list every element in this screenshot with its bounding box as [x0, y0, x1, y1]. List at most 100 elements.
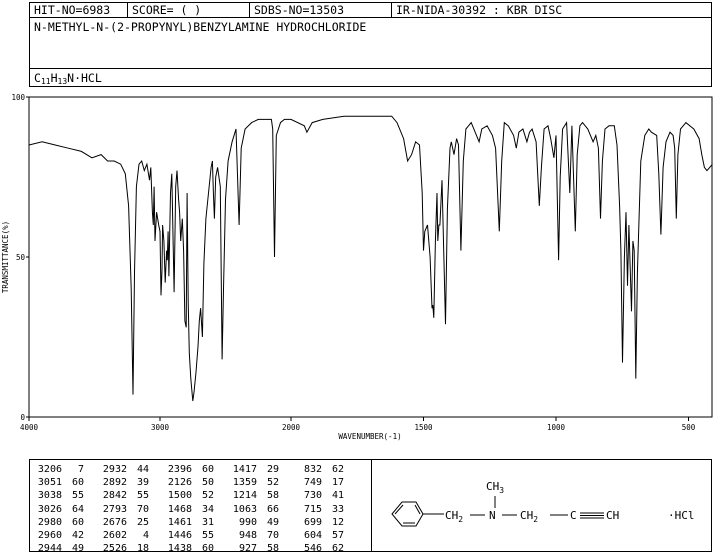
peak-transmittance: 58: [266, 490, 279, 502]
peak-transmittance: 29: [266, 464, 279, 475]
peak-row: 2396 60: [164, 463, 214, 476]
hit-number: HIT-NO=6983: [34, 3, 111, 17]
peak-wavenumber: 2602: [102, 530, 127, 542]
peak-transmittance: 60: [71, 477, 84, 489]
peak-transmittance: 49: [71, 543, 84, 555]
peak-row: 1417 29: [229, 463, 279, 476]
x-axis: 4000 3000 2000 1500 1000 500: [20, 417, 696, 432]
peak-row: 927 58: [229, 542, 279, 555]
peak-row: 2526 18: [99, 542, 149, 555]
peak-wavenumber: 1500: [167, 490, 192, 502]
peak-transmittance: 50: [201, 477, 214, 489]
peak-row: 546 62: [294, 542, 344, 555]
peak-row: 1214 58: [229, 489, 279, 502]
peak-wavenumber: 927: [238, 543, 257, 555]
ir-spectrum-chart: 100500 4000 3000 2000 1500 1000 500 WAVENUMBE…: [1, 93, 713, 441]
peak-transmittance: 25: [136, 516, 149, 528]
peak-transmittance: 62: [331, 464, 344, 475]
peak-wavenumber: 990: [238, 516, 257, 528]
structure-diagram: CH3 CH2 N CH2 C CH ·HCl: [391, 480, 695, 527]
peak-wavenumber: 2960: [37, 530, 62, 542]
spectrum-header: HIT-NO=6983 SCORE= ( ) SDBS-NO=13503 IR-…: [29, 2, 712, 18]
peak-row: 3038 55: [34, 489, 84, 502]
peak-transmittance: 55: [136, 490, 149, 502]
peak-transmittance: 52: [266, 477, 279, 489]
peak-wavenumber: 3051: [37, 477, 62, 489]
peak-wavenumber: 2126: [167, 477, 192, 489]
peak-table: 3206 7 3051 60 3038 55 3026 64 2980 60 2960 42 2944 4…: [29, 459, 372, 555]
peak-wavenumber: 2793: [102, 503, 127, 515]
x-tick-label: 1500: [414, 423, 433, 432]
y-tick-label: 50: [16, 253, 26, 262]
peak-transmittance: 70: [136, 503, 149, 515]
peak-wavenumber: 948: [238, 530, 257, 542]
peak-row: 699 12: [294, 516, 344, 529]
methylene-group-2: CH2: [520, 509, 538, 524]
peak-transmittance: 49: [266, 516, 279, 528]
peak-transmittance: 34: [201, 503, 214, 515]
peak-transmittance: 66: [266, 503, 279, 515]
peak-row: 990 49: [229, 516, 279, 529]
peak-wavenumber: 832: [303, 464, 322, 475]
formula-box: C11H13N·HCL: [29, 69, 712, 87]
peak-wavenumber: 699: [303, 516, 322, 528]
peak-row: 3026 64: [34, 503, 84, 516]
peak-transmittance: 60: [201, 543, 214, 555]
peak-wavenumber: 2526: [102, 543, 127, 555]
x-tick-label: 1000: [547, 423, 566, 432]
peak-row: 604 57: [294, 529, 344, 542]
peak-row: 948 70: [229, 529, 279, 542]
peak-transmittance: 55: [71, 490, 84, 502]
peak-column: 3206 7 3051 60 3038 55 3026 64 2980 60 2960 42 2944 4…: [34, 463, 84, 555]
peak-wavenumber: 3038: [37, 490, 62, 502]
formula-c: C: [34, 71, 41, 85]
peak-wavenumber: 2676: [102, 516, 127, 528]
peak-transmittance: 12: [331, 516, 344, 528]
x-tick-label: 2000: [282, 423, 301, 432]
peak-row: 1359 52: [229, 476, 279, 489]
peak-transmittance: 33: [331, 503, 344, 515]
peak-row: 3051 60: [34, 476, 84, 489]
peak-column: 2932 44 2892 39 2842 55 2793 70 2676 25 2602 4 2526 1…: [99, 463, 149, 555]
peak-wavenumber: 715: [303, 503, 322, 515]
peak-wavenumber: 1063: [232, 503, 257, 515]
peak-column: 2396 60 2126 50 1500 52 1468 34 1461 31 1446 55 1438…: [164, 463, 214, 555]
peak-transmittance: 4: [142, 530, 149, 542]
peak-wavenumber: 1446: [167, 530, 192, 542]
peak-wavenumber: 3206: [37, 464, 62, 475]
score: SCORE= ( ): [132, 3, 202, 17]
x-tick-label: 500: [682, 423, 696, 432]
peak-row: 1438 60: [164, 542, 214, 555]
peak-wavenumber: 1438: [167, 543, 192, 555]
peak-wavenumber: 2396: [167, 464, 192, 475]
peak-transmittance: 31: [201, 516, 214, 528]
peak-wavenumber: 546: [303, 543, 322, 555]
structure-box: CH3 CH2 N CH2 C CH ·HCl: [372, 459, 712, 552]
peak-row: 2676 25: [99, 516, 149, 529]
peak-row: 1063 66: [229, 503, 279, 516]
plot-frame: [28, 96, 713, 418]
formula-h-count: 13: [57, 77, 68, 86]
methylene-group-1: CH2: [445, 509, 463, 524]
peak-row: 2602 4: [99, 529, 149, 542]
y-axis-label: TRANSMITTANCE(%): [1, 221, 10, 293]
peak-transmittance: 57: [331, 530, 344, 542]
peak-transmittance: 70: [266, 530, 279, 542]
peak-row: 1468 34: [164, 503, 214, 516]
peak-transmittance: 52: [201, 490, 214, 502]
peak-wavenumber: 1359: [232, 477, 257, 489]
compound-name: N-METHYL-N-(2-PROPYNYL)BENZYLAMINE HYDRO…: [34, 20, 367, 34]
peak-wavenumber: 730: [303, 490, 322, 502]
formula-c-count: 11: [40, 77, 51, 86]
peak-column: 832 62 749 17 730 41 715 33 699 12 604 57 546 62: [294, 463, 344, 555]
peak-wavenumber: 2932: [102, 464, 127, 475]
hydrochloride-salt: ·HCl: [668, 509, 695, 522]
peak-wavenumber: 1417: [232, 464, 257, 475]
peak-row: 1500 52: [164, 489, 214, 502]
peak-transmittance: 62: [331, 543, 344, 555]
peak-wavenumber: 2944: [37, 543, 62, 555]
formula-rest: N·HCL: [67, 71, 102, 85]
peak-wavenumber: 2892: [102, 477, 127, 489]
peak-wavenumber: 1468: [167, 503, 192, 515]
peak-wavenumber: 2980: [37, 516, 62, 528]
